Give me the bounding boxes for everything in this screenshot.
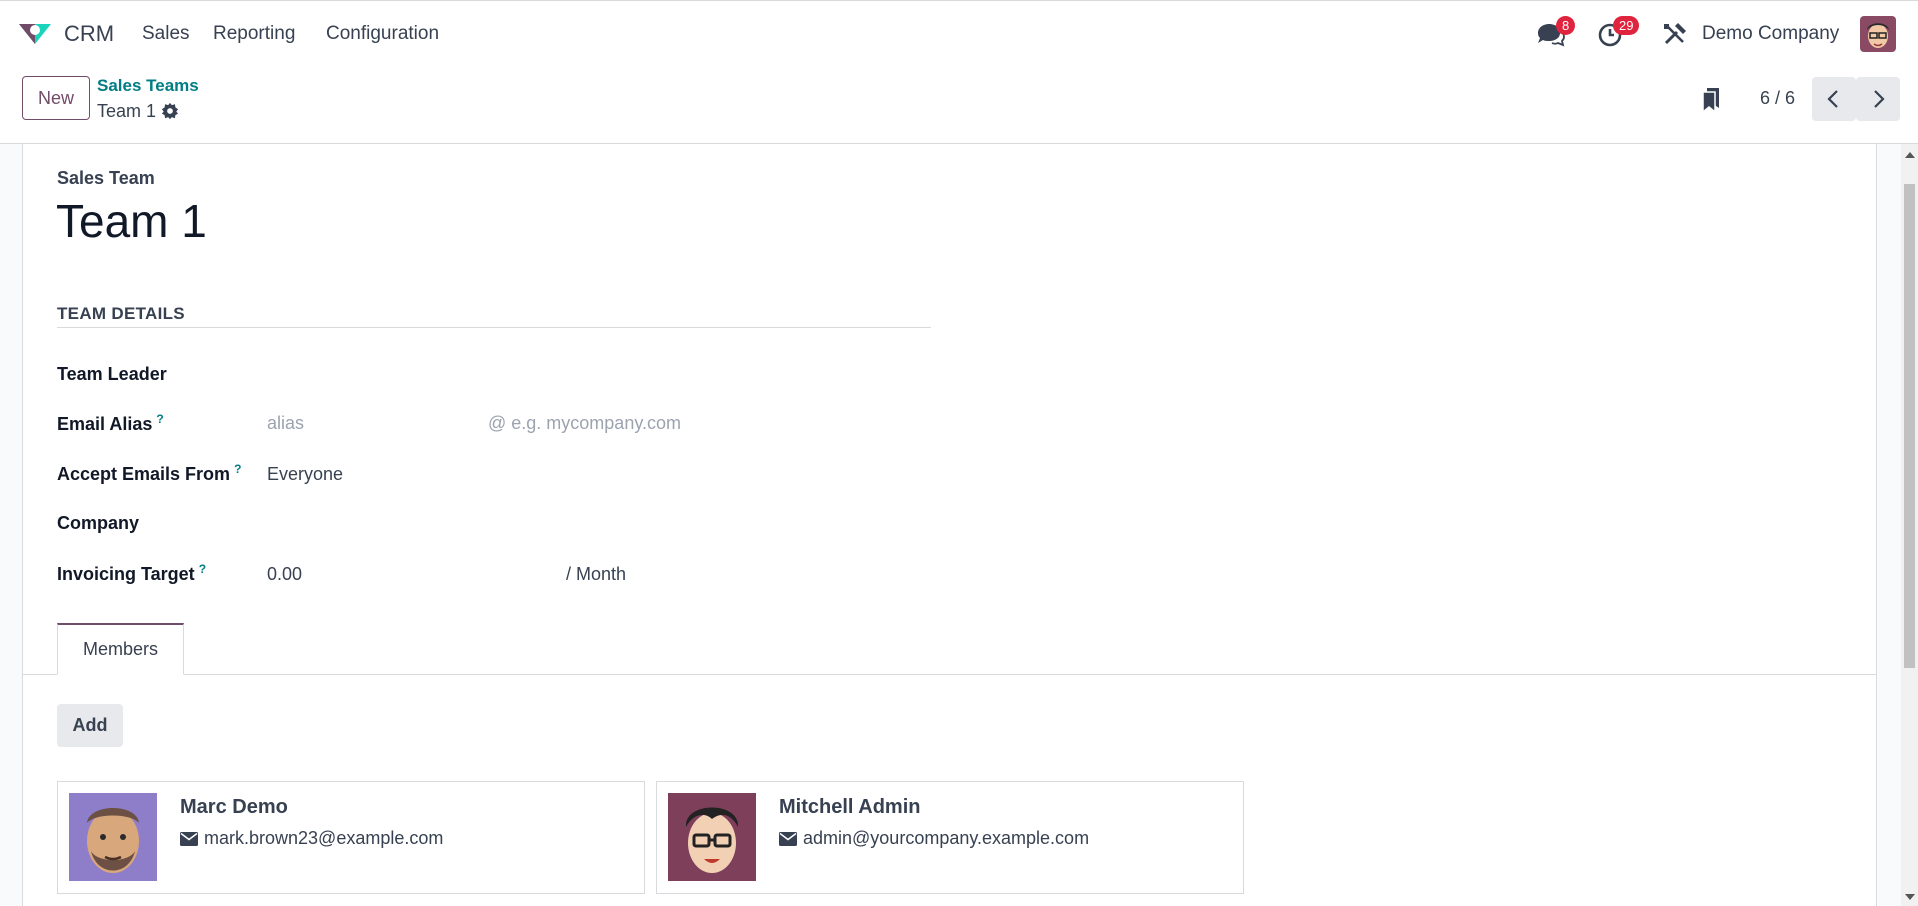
invoicing-target-input[interactable]: 0.00: [267, 564, 302, 585]
company-input[interactable]: [267, 509, 907, 539]
accept-emails-help-icon[interactable]: ?: [234, 462, 241, 476]
debug-tools-button[interactable]: [1660, 19, 1690, 49]
pager-next-button[interactable]: [1856, 77, 1900, 121]
user-avatar[interactable]: [1860, 16, 1896, 52]
new-record-button[interactable]: New: [22, 76, 90, 120]
accept-emails-label: Accept Emails From?: [57, 462, 242, 484]
email-alias-input[interactable]: alias: [267, 413, 304, 434]
team-leader-label: Team Leader: [57, 364, 167, 384]
crm-logo-icon[interactable]: [17, 20, 53, 48]
section-divider: [57, 327, 931, 328]
bookmark-icon[interactable]: [1700, 86, 1722, 114]
scroll-down-arrow-icon[interactable]: [1905, 894, 1915, 900]
menu-configuration[interactable]: Configuration: [326, 23, 439, 45]
messages-badge: 8: [1556, 16, 1576, 35]
envelope-icon: [779, 832, 797, 847]
scrollbar-thumb[interactable]: [1904, 184, 1915, 668]
member-avatar: [69, 793, 157, 881]
tab-members[interactable]: Members: [57, 623, 184, 675]
avatar-icon: [1860, 16, 1896, 52]
invoicing-target-unit: / Month: [566, 564, 627, 584]
top-navbar: CRM Sales Reporting Configuration 8 29 D…: [0, 0, 1918, 66]
vertical-scrollbar[interactable]: [1901, 144, 1918, 906]
company-label: Company: [57, 513, 140, 533]
member-email: mark.brown23@example.com: [180, 828, 443, 849]
member-name: Marc Demo: [180, 796, 288, 818]
invoicing-target-label: Invoicing Target?: [57, 562, 207, 584]
gear-icon[interactable]: [161, 102, 179, 120]
member-name: Mitchell Admin: [779, 796, 921, 818]
accept-emails-select[interactable]: Everyone: [267, 464, 343, 485]
email-domain-input[interactable]: @ e.g. mycompany.com: [488, 413, 681, 434]
tabs-divider: [23, 674, 1876, 675]
pager-value[interactable]: 6 / 6: [1760, 88, 1795, 109]
record-name-field[interactable]: Team 1: [56, 194, 207, 248]
chevron-left-icon: [1827, 90, 1838, 108]
control-panel: New Sales Teams Team 1 6 / 6: [0, 66, 1918, 144]
avatar-icon: [668, 793, 756, 881]
add-member-button[interactable]: Add: [57, 704, 123, 747]
form-sheet: Sales Team Team 1 TEAM DETAILS Team Lead…: [22, 144, 1877, 906]
member-email: admin@yourcompany.example.com: [779, 828, 1089, 849]
avatar-icon: [69, 793, 157, 881]
app-name[interactable]: CRM: [64, 21, 114, 47]
member-card[interactable]: Marc Demo mark.brown23@example.com: [57, 781, 645, 894]
tools-icon: [1664, 23, 1686, 45]
breadcrumb-current: Team 1: [97, 101, 157, 121]
envelope-icon: [180, 832, 198, 847]
chevron-right-icon: [1874, 90, 1885, 108]
invoicing-target-help-icon[interactable]: ?: [199, 562, 206, 576]
record-type-label: Sales Team: [57, 168, 155, 188]
team-leader-input[interactable]: [267, 360, 907, 390]
section-title: TEAM DETAILS: [57, 304, 185, 323]
pager-previous-button[interactable]: [1812, 77, 1856, 121]
menu-reporting[interactable]: Reporting: [213, 23, 295, 45]
member-avatar: [668, 793, 756, 881]
email-alias-help-icon[interactable]: ?: [156, 412, 163, 426]
activities-badge: 29: [1613, 16, 1640, 35]
scroll-up-arrow-icon[interactable]: [1905, 152, 1915, 158]
breadcrumb-sales-teams[interactable]: Sales Teams: [97, 76, 199, 96]
company-switcher[interactable]: Demo Company: [1702, 23, 1839, 45]
member-card[interactable]: Mitchell Admin admin@yourcompany.example…: [656, 781, 1244, 894]
menu-sales[interactable]: Sales: [142, 23, 190, 45]
email-alias-label: Email Alias?: [57, 412, 164, 434]
